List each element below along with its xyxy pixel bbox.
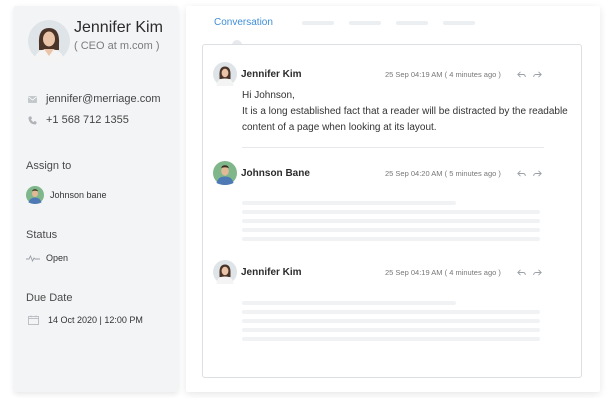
due-date-label: Due Date xyxy=(26,292,73,304)
status-label: Status xyxy=(26,229,58,241)
message-author: Jennifer Kim xyxy=(241,266,302,278)
contact-sidebar: Jennifer Kim ( CEO at m.com ) jennifer@m… xyxy=(14,6,178,392)
message-actions xyxy=(517,169,542,177)
due-date-value[interactable]: 14 Oct 2020 | 12:00 PM xyxy=(28,315,143,325)
message-thread: Jennifer Kim 25 Sep 04:19 AM ( 4 minutes… xyxy=(202,44,582,378)
message-header: Johnson Bane 25 Sep 04:20 AM ( 5 minutes… xyxy=(213,161,543,185)
conversation-panel: Conversation Jennifer Kim 25 Sep 04:19 A… xyxy=(186,6,600,392)
text-placeholder xyxy=(242,301,456,305)
text-placeholder xyxy=(242,310,540,314)
message-divider xyxy=(242,147,544,148)
mail-icon xyxy=(27,94,37,104)
message-line: It is a long established fact that a rea… xyxy=(242,106,568,117)
assignee-name: Johnson bane xyxy=(50,190,107,200)
reply-icon[interactable] xyxy=(517,70,526,78)
message-time: 25 Sep 04:19 AM ( 4 minutes ago ) xyxy=(385,69,501,79)
author-avatar[interactable] xyxy=(213,62,237,86)
profile-name: Jennifer Kim xyxy=(74,19,163,36)
text-placeholder xyxy=(242,337,540,341)
tab-placeholder[interactable] xyxy=(349,21,381,25)
tab-placeholder[interactable] xyxy=(396,21,428,25)
pulse-icon xyxy=(26,254,40,262)
text-placeholder xyxy=(242,219,540,223)
author-avatar[interactable] xyxy=(213,260,237,284)
message-time: 25 Sep 04:19 AM ( 4 minutes ago ) xyxy=(385,267,501,277)
due-date-text: 14 Oct 2020 | 12:00 PM xyxy=(48,315,143,325)
message-author: Johnson Bane xyxy=(241,167,310,179)
phone-text: +1 568 712 1355 xyxy=(46,114,129,126)
text-placeholder xyxy=(242,237,540,241)
message-author: Jennifer Kim xyxy=(241,68,302,80)
status-value[interactable]: Open xyxy=(26,253,68,263)
assignee-avatar xyxy=(26,186,44,204)
text-placeholder xyxy=(242,319,540,323)
phone-icon xyxy=(27,115,37,125)
message-body: Hi Johnson, It is a long established fac… xyxy=(242,88,568,136)
text-placeholder xyxy=(242,228,540,232)
email-row[interactable]: jennifer@merriage.com xyxy=(27,93,161,105)
tab-placeholder[interactable] xyxy=(302,21,334,25)
text-placeholder xyxy=(242,328,540,332)
assign-label: Assign to xyxy=(26,160,72,172)
author-avatar[interactable] xyxy=(213,161,237,185)
text-placeholder xyxy=(242,210,540,214)
message-actions xyxy=(517,70,542,78)
reply-icon[interactable] xyxy=(517,268,526,276)
profile-role: ( CEO at m.com ) xyxy=(74,40,160,52)
forward-icon[interactable] xyxy=(533,268,542,276)
email-text: jennifer@merriage.com xyxy=(46,93,161,105)
forward-icon[interactable] xyxy=(533,169,542,177)
reply-icon[interactable] xyxy=(517,169,526,177)
tab-conversation[interactable]: Conversation xyxy=(214,17,273,28)
message-greeting: Hi Johnson, xyxy=(242,90,295,101)
forward-icon[interactable] xyxy=(533,70,542,78)
assignee[interactable]: Johnson bane xyxy=(26,186,107,204)
status-text: Open xyxy=(46,253,69,263)
message-time: 25 Sep 04:20 AM ( 5 minutes ago ) xyxy=(385,168,501,178)
message-header: Jennifer Kim 25 Sep 04:19 AM ( 4 minutes… xyxy=(213,62,543,86)
phone-row[interactable]: +1 568 712 1355 xyxy=(27,114,129,126)
profile-avatar[interactable] xyxy=(28,20,70,62)
text-placeholder xyxy=(242,201,456,205)
tab-placeholder[interactable] xyxy=(443,21,475,25)
message-header: Jennifer Kim 25 Sep 04:19 AM ( 4 minutes… xyxy=(213,260,543,284)
message-line: content of a page when looking at its la… xyxy=(242,122,437,133)
message-actions xyxy=(517,268,542,276)
calendar-icon xyxy=(28,315,39,325)
